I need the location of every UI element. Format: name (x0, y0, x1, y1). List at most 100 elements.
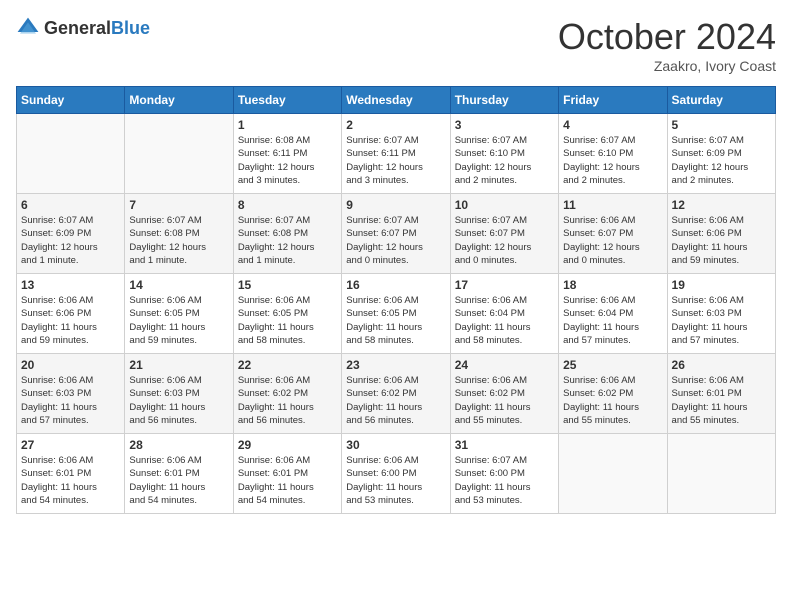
calendar-cell: 27 Sunrise: 6:06 AM Sunset: 6:01 PM Dayli… (17, 434, 125, 514)
calendar-cell: 17Sunrise: 6:06 AM Sunset: 6:04 PM Dayli… (450, 274, 558, 354)
day-header-tuesday: Tuesday (233, 87, 341, 114)
week-row-1: 1 Sunrise: 6:08 AM Sunset: 6:11 PM Daylig… (17, 114, 776, 194)
day-number: 17 (455, 278, 554, 292)
cell-info: Sunrise: 6:07 AM Sunset: 6:10 PM Dayligh… (455, 134, 554, 187)
day-number: 3 (455, 118, 554, 132)
cell-info: Sunrise: 6:06 AM Sunset: 6:05 PM Dayligh… (346, 294, 445, 347)
subtitle: Zaakro, Ivory Coast (558, 58, 776, 74)
day-header-saturday: Saturday (667, 87, 775, 114)
header-row: SundayMondayTuesdayWednesdayThursdayFrid… (17, 87, 776, 114)
day-number: 24 (455, 358, 554, 372)
cell-info: Sunrise: 6:06 AM Sunset: 6:01 PM Dayligh… (672, 374, 771, 427)
calendar-cell: 11Sunrise: 6:06 AM Sunset: 6:07 PM Dayli… (559, 194, 667, 274)
day-number: 23 (346, 358, 445, 372)
calendar-cell: 3 Sunrise: 6:07 AM Sunset: 6:10 PM Daylig… (450, 114, 558, 194)
calendar-cell: 29Sunrise: 6:06 AM Sunset: 6:01 PM Dayli… (233, 434, 341, 514)
cell-info: Sunrise: 6:06 AM Sunset: 6:01 PM Dayligh… (129, 454, 228, 507)
calendar-cell (667, 434, 775, 514)
calendar-cell (17, 114, 125, 194)
calendar-cell: 20Sunrise: 6:06 AM Sunset: 6:03 PM Dayli… (17, 354, 125, 434)
day-number: 16 (346, 278, 445, 292)
calendar-cell: 23 Sunrise: 6:06 AM Sunset: 6:02 PM Dayli… (342, 354, 450, 434)
day-number: 8 (238, 198, 337, 212)
calendar-cell: 24 Sunrise: 6:06 AM Sunset: 6:02 PM Dayli… (450, 354, 558, 434)
cell-info: Sunrise: 6:06 AM Sunset: 6:05 PM Dayligh… (129, 294, 228, 347)
calendar-cell: 28Sunrise: 6:06 AM Sunset: 6:01 PM Dayli… (125, 434, 233, 514)
day-number: 21 (129, 358, 228, 372)
logo-text: GeneralBlue (44, 18, 150, 39)
week-row-2: 6Sunrise: 6:07 AM Sunset: 6:09 PM Daylig… (17, 194, 776, 274)
title-section: October 2024 Zaakro, Ivory Coast (558, 16, 776, 74)
cell-info: Sunrise: 6:06 AM Sunset: 6:02 PM Dayligh… (346, 374, 445, 427)
calendar-cell (125, 114, 233, 194)
cell-info: Sunrise: 6:06 AM Sunset: 6:00 PM Dayligh… (346, 454, 445, 507)
cell-info: Sunrise: 6:06 AM Sunset: 6:05 PM Dayligh… (238, 294, 337, 347)
cell-info: Sunrise: 6:06 AM Sunset: 6:03 PM Dayligh… (672, 294, 771, 347)
cell-info: Sunrise: 6:07 AM Sunset: 6:08 PM Dayligh… (129, 214, 228, 267)
calendar-cell: 30 Sunrise: 6:06 AM Sunset: 6:00 PM Dayli… (342, 434, 450, 514)
cell-info: Sunrise: 6:07 AM Sunset: 6:00 PM Dayligh… (455, 454, 554, 507)
logo-blue: Blue (111, 18, 150, 38)
week-row-4: 20Sunrise: 6:06 AM Sunset: 6:03 PM Dayli… (17, 354, 776, 434)
day-number: 9 (346, 198, 445, 212)
calendar-cell: 31Sunrise: 6:07 AM Sunset: 6:00 PM Dayli… (450, 434, 558, 514)
day-number: 13 (21, 278, 120, 292)
day-number: 27 (21, 438, 120, 452)
day-number: 26 (672, 358, 771, 372)
calendar-cell (559, 434, 667, 514)
cell-info: Sunrise: 6:07 AM Sunset: 6:09 PM Dayligh… (21, 214, 120, 267)
day-number: 30 (346, 438, 445, 452)
calendar-cell: 13 Sunrise: 6:06 AM Sunset: 6:06 PM Dayli… (17, 274, 125, 354)
day-number: 4 (563, 118, 662, 132)
calendar-table: SundayMondayTuesdayWednesdayThursdayFrid… (16, 86, 776, 514)
day-number: 29 (238, 438, 337, 452)
calendar-header: SundayMondayTuesdayWednesdayThursdayFrid… (17, 87, 776, 114)
cell-info: Sunrise: 6:06 AM Sunset: 6:04 PM Dayligh… (563, 294, 662, 347)
cell-info: Sunrise: 6:06 AM Sunset: 6:03 PM Dayligh… (129, 374, 228, 427)
cell-info: Sunrise: 6:07 AM Sunset: 6:09 PM Dayligh… (672, 134, 771, 187)
month-title: October 2024 (558, 16, 776, 58)
calendar-cell: 4 Sunrise: 6:07 AM Sunset: 6:10 PM Daylig… (559, 114, 667, 194)
cell-info: Sunrise: 6:08 AM Sunset: 6:11 PM Dayligh… (238, 134, 337, 187)
calendar-cell: 22Sunrise: 6:06 AM Sunset: 6:02 PM Dayli… (233, 354, 341, 434)
logo-general: General (44, 18, 111, 38)
day-number: 5 (672, 118, 771, 132)
calendar-cell: 14 Sunrise: 6:06 AM Sunset: 6:05 PM Dayli… (125, 274, 233, 354)
cell-info: Sunrise: 6:06 AM Sunset: 6:01 PM Dayligh… (21, 454, 120, 507)
calendar-cell: 6Sunrise: 6:07 AM Sunset: 6:09 PM Daylig… (17, 194, 125, 274)
page-header: GeneralBlue October 2024 Zaakro, Ivory C… (16, 16, 776, 74)
day-number: 19 (672, 278, 771, 292)
calendar-cell: 1 Sunrise: 6:08 AM Sunset: 6:11 PM Daylig… (233, 114, 341, 194)
cell-info: Sunrise: 6:07 AM Sunset: 6:10 PM Dayligh… (563, 134, 662, 187)
cell-info: Sunrise: 6:07 AM Sunset: 6:11 PM Dayligh… (346, 134, 445, 187)
day-number: 12 (672, 198, 771, 212)
calendar-body: 1 Sunrise: 6:08 AM Sunset: 6:11 PM Daylig… (17, 114, 776, 514)
calendar-cell: 15Sunrise: 6:06 AM Sunset: 6:05 PM Dayli… (233, 274, 341, 354)
calendar-cell: 12 Sunrise: 6:06 AM Sunset: 6:06 PM Dayli… (667, 194, 775, 274)
day-number: 14 (129, 278, 228, 292)
day-number: 25 (563, 358, 662, 372)
day-number: 2 (346, 118, 445, 132)
cell-info: Sunrise: 6:06 AM Sunset: 6:06 PM Dayligh… (21, 294, 120, 347)
calendar-cell: 16 Sunrise: 6:06 AM Sunset: 6:05 PM Dayli… (342, 274, 450, 354)
calendar-cell: 21 Sunrise: 6:06 AM Sunset: 6:03 PM Dayli… (125, 354, 233, 434)
cell-info: Sunrise: 6:06 AM Sunset: 6:03 PM Dayligh… (21, 374, 120, 427)
calendar-cell: 25Sunrise: 6:06 AM Sunset: 6:02 PM Dayli… (559, 354, 667, 434)
day-header-monday: Monday (125, 87, 233, 114)
day-header-sunday: Sunday (17, 87, 125, 114)
calendar-cell: 8Sunrise: 6:07 AM Sunset: 6:08 PM Daylig… (233, 194, 341, 274)
calendar-cell: 2 Sunrise: 6:07 AM Sunset: 6:11 PM Daylig… (342, 114, 450, 194)
week-row-3: 13 Sunrise: 6:06 AM Sunset: 6:06 PM Dayli… (17, 274, 776, 354)
calendar-cell: 18 Sunrise: 6:06 AM Sunset: 6:04 PM Dayli… (559, 274, 667, 354)
day-number: 7 (129, 198, 228, 212)
cell-info: Sunrise: 6:06 AM Sunset: 6:02 PM Dayligh… (455, 374, 554, 427)
cell-info: Sunrise: 6:07 AM Sunset: 6:07 PM Dayligh… (346, 214, 445, 267)
calendar-cell: 7 Sunrise: 6:07 AM Sunset: 6:08 PM Daylig… (125, 194, 233, 274)
week-row-5: 27 Sunrise: 6:06 AM Sunset: 6:01 PM Dayli… (17, 434, 776, 514)
logo: GeneralBlue (16, 16, 150, 40)
day-number: 18 (563, 278, 662, 292)
day-header-wednesday: Wednesday (342, 87, 450, 114)
day-number: 11 (563, 198, 662, 212)
cell-info: Sunrise: 6:06 AM Sunset: 6:06 PM Dayligh… (672, 214, 771, 267)
day-number: 1 (238, 118, 337, 132)
